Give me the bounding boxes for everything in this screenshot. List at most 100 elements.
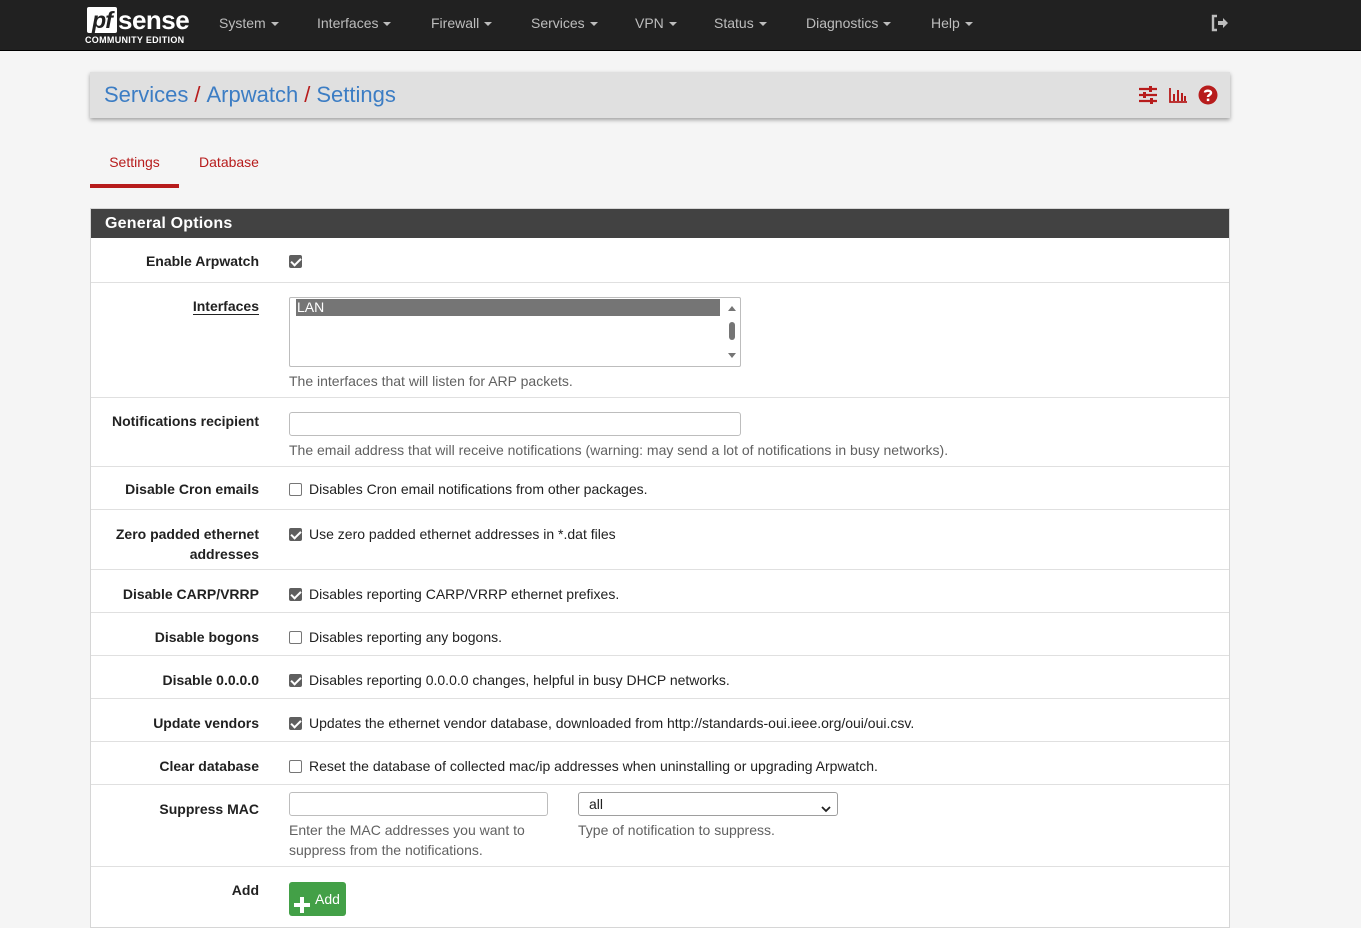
breadcrumb-separator: / (194, 82, 201, 107)
logo-sense: sense (118, 5, 190, 35)
nav-status[interactable]: Status (714, 0, 767, 46)
nav-firewall[interactable]: Firewall (431, 0, 493, 46)
row-zero-padded: Zero padded ethernet addresses Use zero p… (91, 510, 1229, 570)
general-options-panel: General Options Enable Arpwatch Interfac… (90, 208, 1230, 928)
nav-vpn-label: VPN (635, 15, 664, 31)
chevron-down-icon (821, 798, 831, 813)
suppress-mac-help-line1: Enter the MAC addresses you want to (289, 822, 525, 838)
breadcrumb-separator: / (304, 82, 311, 107)
caret-down-icon (589, 22, 598, 27)
nav-firewall-label: Firewall (431, 15, 480, 31)
enable-arpwatch-checkbox[interactable] (289, 255, 302, 268)
disable-zero-label: Disable 0.0.0.0 (162, 672, 259, 688)
suppress-mac-help: Enter the MAC addresses you want to suppr… (289, 820, 525, 860)
interfaces-listbox[interactable]: LAN (289, 297, 741, 367)
zero-padded-checkbox[interactable] (289, 528, 302, 541)
listbox-scrollbar[interactable] (726, 300, 738, 364)
question-circle-icon[interactable] (1198, 85, 1218, 105)
notifications-email-input[interactable] (289, 412, 741, 436)
nav-interfaces-label: Interfaces (317, 15, 379, 31)
disable-zero-field: Disables reporting 0.0.0.0 changes, help… (289, 670, 730, 690)
nav-services-label: Services (531, 15, 585, 31)
nav-services[interactable]: Services (531, 0, 598, 46)
row-notifications: Notifications recipient The email addres… (91, 398, 1229, 467)
zero-padded-label-line2: addresses (189, 546, 259, 562)
row-disable-cron: Disable Cron emails Disables Cron email … (91, 467, 1229, 510)
row-interfaces: Interfaces LAN The interfaces that will … (91, 283, 1229, 398)
clear-database-field: Reset the database of collected mac/ip a… (289, 756, 878, 776)
update-vendors-checkbox[interactable] (289, 717, 302, 730)
breadcrumb-bar: Services / Arpwatch / Settings (90, 72, 1230, 118)
nav-interfaces[interactable]: Interfaces (317, 0, 392, 46)
pfsense-logo[interactable]: pf sense COMMUNITY EDITION (85, 5, 195, 47)
disable-zero-checkbox[interactable] (289, 674, 302, 687)
caret-down-icon (883, 22, 892, 27)
disable-zero-text: Disables reporting 0.0.0.0 changes, help… (309, 672, 730, 688)
disable-carp-field: Disables reporting CARP/VRRP ethernet pr… (289, 584, 619, 604)
row-disable-zero: Disable 0.0.0.0 Disables reporting 0.0.0… (91, 656, 1229, 699)
disable-cron-checkbox[interactable] (289, 483, 302, 496)
tab-database[interactable]: Database (193, 146, 265, 188)
caret-down-icon (270, 22, 279, 27)
clear-database-label: Clear database (159, 758, 259, 774)
clear-database-checkbox[interactable] (289, 760, 302, 773)
logo-pf: pf (87, 7, 117, 33)
zero-padded-label-line1: Zero padded ethernet (115, 526, 259, 542)
panel-title: General Options (91, 209, 1229, 238)
interfaces-label: Interfaces (91, 296, 259, 316)
nav-diagnostics[interactable]: Diagnostics (806, 0, 892, 46)
row-disable-carp: Disable CARP/VRRP Disables reporting CAR… (91, 570, 1229, 613)
suppress-mac-input[interactable] (289, 792, 548, 816)
nav-help-label: Help (931, 15, 960, 31)
disable-cron-label: Disable Cron emails (125, 481, 259, 497)
nav-vpn[interactable]: VPN (635, 0, 677, 46)
caret-down-icon (668, 22, 677, 27)
breadcrumb-services[interactable]: Services (104, 82, 188, 107)
suppress-type-value: all (589, 796, 604, 812)
nav-system[interactable]: System (219, 0, 279, 46)
interfaces-label-text: Interfaces (192, 298, 259, 315)
nav-help[interactable]: Help (931, 0, 973, 46)
caret-down-icon (383, 22, 392, 27)
logo-edition: COMMUNITY EDITION (85, 35, 185, 45)
interfaces-option-lan[interactable]: LAN (296, 299, 720, 316)
add-button[interactable]: Add (289, 882, 346, 916)
add-label: Add (231, 882, 259, 898)
caret-down-icon (484, 22, 493, 27)
row-update-vendors: Update vendors Updates the ethernet vend… (91, 699, 1229, 742)
row-clear-database: Clear database Reset the database of col… (91, 742, 1229, 785)
notifications-label: Notifications recipient (111, 413, 259, 429)
disable-carp-checkbox[interactable] (289, 588, 302, 601)
disable-cron-field: Disables Cron email notifications from o… (289, 479, 648, 499)
breadcrumb-arpwatch[interactable]: Arpwatch (206, 82, 298, 107)
bar-chart-icon[interactable] (1168, 85, 1188, 105)
breadcrumb: Services / Arpwatch / Settings (104, 82, 396, 108)
disable-bogons-label: Disable bogons (154, 629, 259, 645)
tab-settings[interactable]: Settings (90, 146, 179, 188)
notifications-help: The email address that will receive noti… (289, 442, 949, 458)
zero-padded-text: Use zero padded ethernet addresses in *.… (309, 526, 616, 542)
nav-status-label: Status (714, 15, 754, 31)
breadcrumb-icons (1132, 85, 1218, 107)
disable-carp-text: Disables reporting CARP/VRRP ethernet pr… (309, 586, 620, 602)
suppress-type-select[interactable]: all (578, 792, 838, 816)
update-vendors-text: Updates the ethernet vendor database, do… (309, 715, 915, 731)
suppress-mac-help-line2: suppress from the notifications. (289, 842, 483, 858)
row-disable-bogons: Disable bogons Disables reporting any bo… (91, 613, 1229, 656)
caret-down-icon (964, 22, 973, 27)
row-enable-arpwatch: Enable Arpwatch (91, 238, 1229, 283)
sign-out-icon[interactable] (1210, 13, 1230, 33)
plus-icon (294, 891, 310, 913)
top-navbar: pf sense COMMUNITY EDITION System Interf… (0, 0, 1361, 51)
interfaces-help: The interfaces that will listen for ARP … (289, 373, 573, 389)
row-add: Add Add (91, 867, 1229, 927)
disable-bogons-checkbox[interactable] (289, 631, 302, 644)
sliders-icon[interactable] (1138, 85, 1158, 105)
disable-bogons-field: Disables reporting any bogons. (289, 627, 502, 647)
update-vendors-field: Updates the ethernet vendor database, do… (289, 713, 914, 733)
disable-cron-text: Disables Cron email notifications from o… (309, 481, 648, 497)
zero-padded-label: Zero padded ethernet addresses (91, 524, 259, 564)
breadcrumb-settings[interactable]: Settings (316, 82, 396, 107)
disable-carp-label: Disable CARP/VRRP (122, 586, 259, 602)
suppress-mac-label: Suppress MAC (159, 801, 259, 817)
